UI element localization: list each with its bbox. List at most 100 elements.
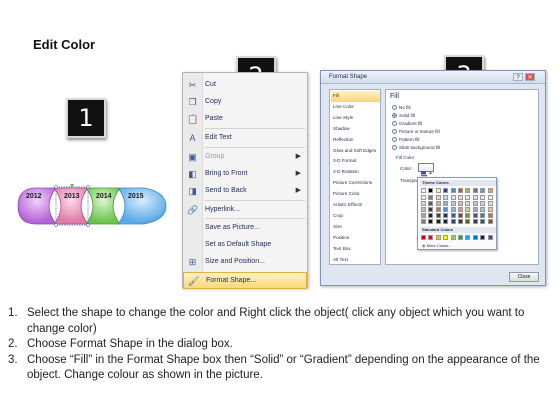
theme-shade-swatch[interactable] [458, 195, 463, 200]
menu-item-size-and-position[interactable]: ⊞ Size and Position... [183, 254, 307, 271]
menu-item-edit-text[interactable]: A Edit Text [183, 130, 307, 147]
theme-shade-swatch[interactable] [472, 207, 478, 212]
menu-item-bring-to-front[interactable]: ◧ Bring to Front ▶ [183, 166, 307, 183]
theme-shade-swatch[interactable] [428, 207, 434, 212]
theme-shade-swatch[interactable] [450, 213, 456, 218]
standard-color-swatch[interactable] [428, 235, 434, 240]
theme-shade-swatch[interactable] [487, 201, 493, 206]
theme-shade-swatch[interactable] [421, 219, 426, 224]
theme-shade-swatch[interactable] [443, 201, 449, 206]
theme-color-swatch[interactable] [465, 188, 471, 193]
fill-option-no-fill[interactable]: No fill [392, 105, 411, 111]
theme-color-swatch[interactable] [435, 188, 441, 193]
theme-shade-swatch[interactable] [421, 207, 426, 212]
theme-shade-swatch[interactable] [480, 213, 486, 218]
more-colors-link[interactable]: ◉ More Colors... [422, 243, 452, 248]
theme-color-swatch[interactable] [443, 188, 449, 193]
standard-color-swatch[interactable] [480, 235, 486, 240]
nav-item-reflection[interactable]: Reflection [331, 135, 380, 146]
theme-shade-swatch[interactable] [487, 207, 493, 212]
theme-shade-swatch[interactable] [450, 219, 456, 224]
fill-option-gradient-fill[interactable]: Gradient fill [392, 121, 422, 127]
nav-item-size[interactable]: Size [331, 222, 380, 233]
theme-shade-swatch[interactable] [428, 213, 434, 218]
theme-shade-swatch[interactable] [421, 201, 426, 206]
theme-color-swatch[interactable] [428, 188, 434, 193]
theme-shade-swatch[interactable] [480, 201, 486, 206]
theme-shade-swatch[interactable] [428, 195, 434, 200]
theme-shade-swatch[interactable] [428, 219, 434, 224]
theme-shade-swatch[interactable] [435, 201, 441, 206]
nav-item-fill[interactable]: Fill [331, 91, 380, 102]
theme-color-swatch[interactable] [480, 188, 486, 193]
standard-color-swatch[interactable] [487, 235, 493, 240]
theme-shade-swatch[interactable] [458, 207, 463, 212]
theme-shade-swatch[interactable] [465, 207, 471, 212]
theme-shade-swatch[interactable] [487, 219, 493, 224]
timeline-graphic[interactable]: 2012 2013 2014 2015 [14, 183, 170, 230]
color-dropdown-button[interactable] [418, 163, 434, 177]
theme-color-swatch[interactable] [450, 188, 456, 193]
standard-color-swatch[interactable] [435, 235, 441, 240]
menu-item-copy[interactable]: ❐ Copy [183, 94, 307, 111]
theme-shade-swatch[interactable] [480, 219, 486, 224]
theme-shade-swatch[interactable] [465, 213, 471, 218]
close-icon[interactable]: ✕ [525, 73, 535, 81]
nav-item-artistic-effects[interactable]: Artistic Effects [331, 200, 380, 211]
fill-option-solid-fill[interactable]: Solid fill [392, 113, 415, 119]
standard-color-swatch[interactable] [450, 235, 456, 240]
theme-color-swatch[interactable] [472, 188, 478, 193]
help-button[interactable]: ? [513, 73, 523, 81]
theme-shade-swatch[interactable] [472, 195, 478, 200]
theme-shade-swatch[interactable] [465, 201, 471, 206]
theme-shade-swatch[interactable] [458, 213, 463, 218]
menu-item-format-shape[interactable]: 🖌 Format Shape... [183, 272, 307, 289]
nav-item-crop[interactable]: Crop [331, 211, 380, 222]
menu-item-send-to-back[interactable]: ◨ Send to Back ▶ [183, 183, 307, 200]
fill-option-picture-or-texture-fill[interactable]: Picture or texture fill [392, 129, 440, 135]
theme-shade-swatch[interactable] [480, 207, 486, 212]
theme-shade-swatch[interactable] [443, 207, 449, 212]
nav-item-3-d-rotation[interactable]: 3-D Rotation [331, 167, 380, 178]
menu-item-paste[interactable]: 📋 Paste [183, 111, 307, 128]
nav-item-picture-color[interactable]: Picture Color [331, 189, 380, 200]
standard-color-swatch[interactable] [458, 235, 463, 240]
theme-shade-swatch[interactable] [428, 201, 434, 206]
theme-shade-swatch[interactable] [435, 207, 441, 212]
theme-shade-swatch[interactable] [472, 201, 478, 206]
theme-shade-swatch[interactable] [443, 213, 449, 218]
theme-shade-swatch[interactable] [472, 219, 478, 224]
theme-color-swatch[interactable] [487, 188, 493, 193]
theme-shade-swatch[interactable] [435, 213, 441, 218]
theme-color-swatch[interactable] [421, 188, 426, 193]
menu-item-cut[interactable]: ✂ Cut [183, 77, 307, 94]
theme-shade-swatch[interactable] [465, 195, 471, 200]
menu-item-set-as-default-shape[interactable]: Set as Default Shape [183, 237, 307, 254]
menu-item-hyperlink[interactable]: 🔗 Hyperlink... [183, 202, 307, 219]
standard-color-swatch[interactable] [421, 235, 426, 240]
theme-shade-swatch[interactable] [450, 201, 456, 206]
fill-option-pattern-fill[interactable]: Pattern fill [392, 137, 419, 143]
theme-color-swatch[interactable] [458, 188, 463, 193]
nav-item-line-style[interactable]: Line Style [331, 113, 380, 124]
dialog-close-button[interactable]: Close [509, 272, 539, 282]
theme-shade-swatch[interactable] [435, 219, 441, 224]
theme-shade-swatch[interactable] [450, 195, 456, 200]
theme-shade-swatch[interactable] [443, 195, 449, 200]
theme-shade-swatch[interactable] [487, 195, 493, 200]
nav-item-text-box[interactable]: Text Box [331, 244, 380, 255]
nav-item-position[interactable]: Position [331, 233, 380, 244]
theme-shade-swatch[interactable] [487, 213, 493, 218]
theme-shade-swatch[interactable] [435, 195, 441, 200]
nav-item-line-color[interactable]: Line Color [331, 102, 380, 113]
theme-shade-swatch[interactable] [450, 207, 456, 212]
theme-shade-swatch[interactable] [421, 195, 426, 200]
standard-color-swatch[interactable] [465, 235, 471, 240]
theme-shade-swatch[interactable] [443, 219, 449, 224]
theme-shade-swatch[interactable] [480, 195, 486, 200]
fill-option-slide-background-fill[interactable]: Slide background fill [392, 145, 440, 151]
theme-shade-swatch[interactable] [458, 219, 463, 224]
nav-item-shadow[interactable]: Shadow [331, 124, 380, 135]
nav-item-picture-corrections[interactable]: Picture Corrections [331, 178, 380, 189]
theme-shade-swatch[interactable] [472, 213, 478, 218]
